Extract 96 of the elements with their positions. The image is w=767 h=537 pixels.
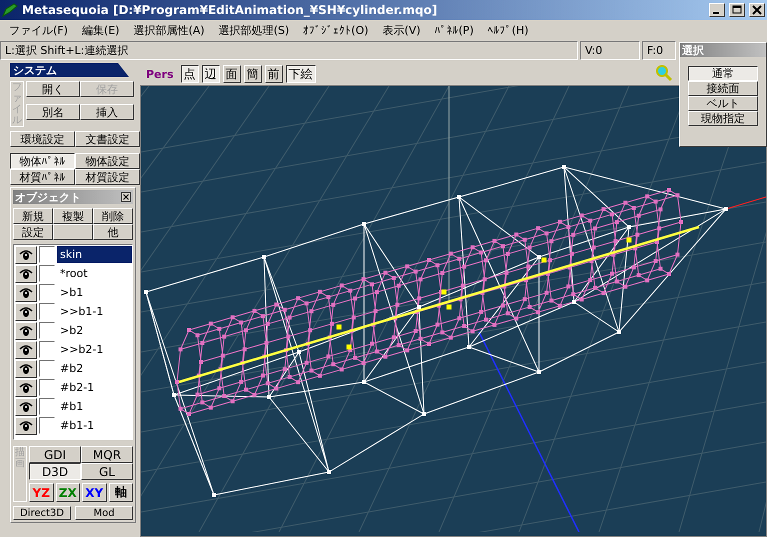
renderer-button[interactable]: Direct3D — [13, 506, 71, 520]
view-button[interactable]: XY — [82, 483, 106, 502]
projection-label[interactable]: Pers — [146, 68, 174, 80]
display-toggle[interactable]: 点 — [180, 65, 198, 83]
lock-toggle[interactable] — [39, 265, 55, 282]
menu-item[interactable]: ﾍﾙﾌﾟ(H) — [480, 24, 536, 36]
lock-toggle[interactable] — [39, 284, 55, 301]
render-mode-button[interactable]: GL — [81, 463, 133, 480]
visibility-toggle[interactable] — [15, 322, 37, 340]
object-item[interactable]: >b2 — [57, 322, 132, 339]
lock-toggle[interactable] — [39, 303, 55, 320]
close-icon[interactable] — [121, 192, 131, 202]
setting-button[interactable]: 材質設定 — [75, 169, 140, 185]
object-item[interactable]: #b1 — [57, 398, 132, 415]
display-toggle[interactable]: 下絵 — [286, 65, 316, 83]
eye-icon — [19, 268, 33, 280]
setting-button[interactable]: 文書設定 — [75, 131, 140, 147]
close-button[interactable] — [749, 3, 765, 17]
visibility-toggle[interactable] — [15, 416, 37, 434]
object-item[interactable]: >>b2-1 — [57, 341, 132, 358]
blank-button[interactable] — [53, 224, 93, 240]
render-mode-button[interactable]: GDI — [29, 446, 81, 463]
eye-icon — [19, 306, 33, 318]
select-mode-button[interactable]: 通常 — [688, 66, 758, 81]
visibility-toggle[interactable] — [15, 284, 37, 302]
object-item[interactable]: skin — [57, 246, 132, 263]
render-mode-button[interactable]: D3D — [29, 463, 81, 480]
visibility-toggle[interactable] — [15, 302, 37, 320]
menu-item[interactable]: 編集(E) — [74, 22, 126, 38]
minimize-icon — [713, 12, 719, 14]
renderer-button[interactable]: Mod — [75, 506, 133, 520]
menu-item[interactable]: ｵﾌﾞｼﾞｪｸﾄ(O) — [296, 24, 376, 36]
object-item[interactable]: >>b1-1 — [57, 303, 132, 320]
maximize-button[interactable] — [729, 3, 745, 17]
window-title: Metasequoia [D:¥Program¥EditAnimation_¥SH¥cylinder.mqo] — [22, 3, 438, 17]
eye-icon — [19, 286, 33, 298]
object-item[interactable]: #b2-1 — [57, 379, 132, 396]
object-button[interactable]: 新規 — [13, 208, 53, 224]
eye-icon — [19, 344, 33, 356]
file-button[interactable]: 挿入 — [80, 104, 134, 120]
view-button[interactable]: 軸 — [108, 483, 133, 502]
lock-toggle[interactable] — [39, 360, 55, 377]
object-button[interactable]: 他 — [93, 224, 133, 240]
eye-icon — [19, 420, 33, 432]
object-item[interactable]: #b2 — [57, 360, 132, 377]
select-mode-button[interactable]: 現物指定 — [688, 111, 758, 126]
maximize-icon — [730, 4, 744, 16]
object-item[interactable]: #b1-1 — [57, 417, 132, 434]
visibility-toggle[interactable] — [15, 264, 37, 282]
visibility-toggle[interactable] — [15, 360, 37, 378]
setting-button[interactable]: 材質ﾊﾟﾈﾙ — [10, 169, 75, 185]
visibility-toggle[interactable] — [15, 398, 37, 416]
minimize-button[interactable] — [709, 3, 725, 17]
setting-button[interactable]: 環境設定 — [10, 131, 75, 147]
eye-icon — [19, 248, 33, 260]
setting-button[interactable]: 物体設定 — [75, 153, 140, 169]
leaf-icon — [2, 3, 18, 17]
vertex-count: V:0 — [580, 41, 640, 60]
display-toggle[interactable]: 前 — [264, 65, 282, 83]
lock-toggle[interactable] — [39, 398, 55, 415]
eye-icon — [19, 382, 33, 394]
select-mode-button[interactable]: ベルト — [688, 96, 758, 111]
eye-icon — [19, 400, 33, 412]
eye-icon — [19, 324, 33, 336]
menu-item[interactable]: 選択部処理(S) — [212, 22, 296, 38]
status-hint: L:選択 Shift+L:連続選択 — [0, 41, 578, 60]
visibility-toggle[interactable] — [15, 246, 37, 264]
face-count: F:0 — [642, 41, 676, 60]
panel-title: 選択 — [682, 42, 704, 58]
setting-button[interactable]: 物体ﾊﾟﾈﾙ — [10, 153, 75, 169]
display-toggle[interactable]: 辺 — [202, 65, 220, 83]
object-button[interactable]: 複製 — [53, 208, 93, 224]
menu-item[interactable]: ﾊﾟﾈﾙ(P) — [428, 24, 481, 36]
file-button[interactable]: 別名 — [26, 104, 80, 120]
file-button[interactable]: 開く — [26, 81, 80, 97]
object-button[interactable]: 削除 — [93, 208, 133, 224]
close-icon — [750, 4, 764, 16]
menu-item[interactable]: 表示(V) — [375, 22, 428, 38]
object-item[interactable]: *root — [57, 265, 132, 282]
panel-title: システム — [10, 63, 129, 77]
lock-toggle[interactable] — [39, 341, 55, 358]
lock-toggle[interactable] — [39, 246, 55, 263]
visibility-toggle[interactable] — [15, 340, 37, 358]
panel-title: オブジェクト — [15, 190, 81, 204]
display-toggle[interactable]: 簡 — [244, 65, 262, 83]
select-mode-button[interactable]: 接続面 — [688, 81, 758, 96]
object-button[interactable]: 設定 — [13, 224, 53, 240]
menu-item[interactable]: ファイル(F) — [2, 22, 75, 38]
display-toggle[interactable]: 面 — [222, 65, 240, 83]
visibility-toggle[interactable] — [15, 378, 37, 396]
menu-item[interactable]: 選択部属性(A) — [126, 22, 212, 38]
object-item[interactable]: >b1 — [57, 284, 132, 301]
eye-icon — [19, 362, 33, 374]
render-mode-button[interactable]: MQR — [81, 446, 133, 463]
lock-toggle[interactable] — [39, 379, 55, 396]
lock-toggle[interactable] — [39, 322, 55, 339]
